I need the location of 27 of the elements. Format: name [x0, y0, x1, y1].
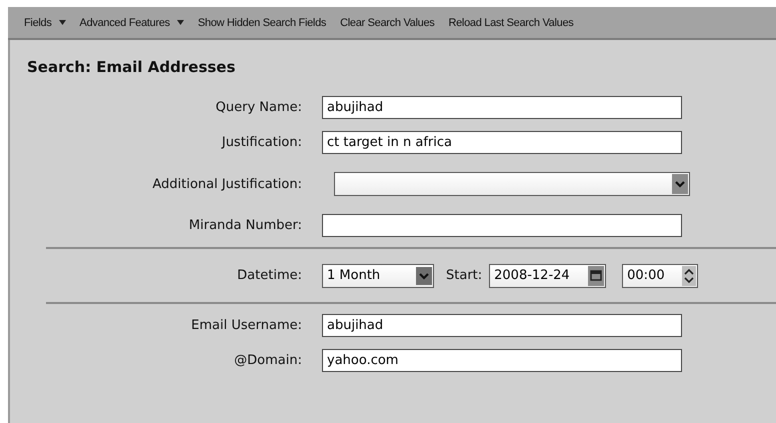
field-label: Miranda Number: [188, 218, 303, 233]
panel-title: Search: Email Addresses [26, 58, 236, 76]
field-label: Additional Justification: [151, 176, 303, 192]
caret-icon [176, 20, 184, 25]
date-field[interactable]: 2008-12-24 [489, 264, 606, 288]
toolbar-menu[interactable]: Advanced Features [74, 16, 190, 28]
toolbar-menu[interactable]: Fields [18, 16, 72, 28]
input-field[interactable] [322, 214, 682, 237]
toolbar-menu[interactable]: Clear Search Values [334, 16, 440, 28]
field-label: @Domain: [233, 353, 303, 368]
input-field[interactable]: abujihad [322, 314, 682, 337]
toolbar-menu[interactable]: Show Hidden Search Fields [192, 16, 332, 28]
field-label: Start: [446, 268, 482, 283]
field-label: Datetime: [236, 268, 303, 283]
input-field[interactable]: ct target in n africa [322, 131, 682, 154]
field-label: Email Username: [190, 318, 303, 333]
toolbar-menu[interactable]: Reload Last Search Values [442, 16, 580, 28]
caret-icon [58, 20, 66, 25]
field-label: Query Name: [214, 100, 303, 115]
range-dropdown[interactable]: 1 Month [322, 264, 434, 288]
dropdown[interactable] [334, 172, 690, 196]
calendar-icon[interactable] [588, 266, 604, 286]
time-field[interactable]: 00:00 [622, 264, 698, 288]
spinner-icon[interactable] [682, 266, 696, 286]
input-field[interactable]: abujihad [322, 96, 682, 119]
field-label: Justification: [220, 135, 303, 150]
input-field[interactable]: yahoo.com [322, 349, 682, 372]
